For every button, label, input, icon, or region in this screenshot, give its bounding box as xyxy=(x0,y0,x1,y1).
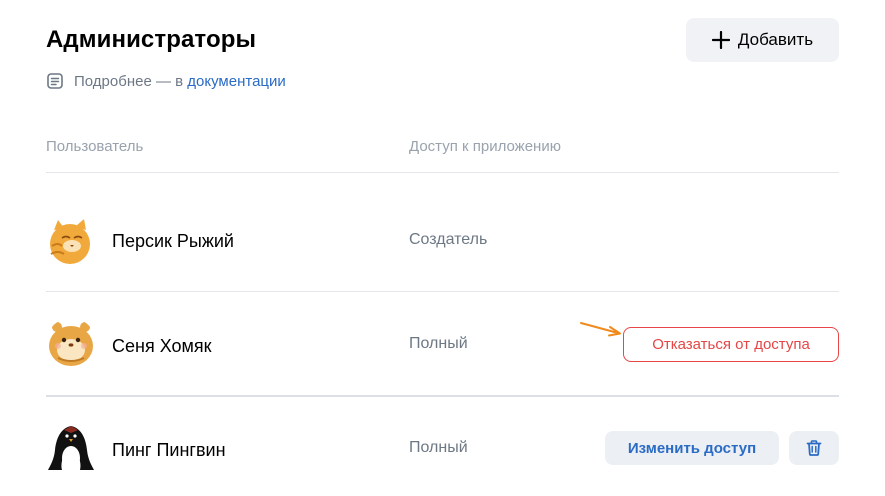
change-access-button[interactable]: Изменить доступ xyxy=(605,431,779,465)
trash-icon xyxy=(806,440,822,456)
avatar xyxy=(46,216,96,266)
divider xyxy=(46,172,839,173)
avatar xyxy=(46,422,96,472)
row-user-name: Сеня Хомяк xyxy=(112,336,212,356)
column-header-user: Пользователь xyxy=(46,138,144,155)
decline-access-button[interactable]: Отказаться от доступа xyxy=(623,327,839,362)
row-access-level: Полный xyxy=(409,335,468,352)
plus-icon xyxy=(711,31,730,49)
avatar xyxy=(46,318,96,368)
docs-link[interactable]: документации xyxy=(187,73,286,90)
row-access-level: Создатель xyxy=(409,231,488,248)
docs-prefix: Подробнее — в xyxy=(74,72,188,90)
delete-admin-button[interactable] xyxy=(789,431,839,465)
add-admin-label: Добавить xyxy=(737,30,814,49)
row-user-name: Персик Рыжий xyxy=(112,231,234,251)
docs-hint: Подробнее — в документации xyxy=(46,72,286,90)
row-user-name: Пинг Пингвин xyxy=(112,440,226,460)
arrow-icon xyxy=(580,322,621,337)
document-icon xyxy=(47,73,63,89)
page-title: Администраторы xyxy=(46,26,257,53)
divider xyxy=(46,291,839,292)
row-access-level: Полный xyxy=(409,439,468,456)
column-header-access: Доступ к приложению xyxy=(409,138,561,155)
add-admin-button[interactable]: Добавить xyxy=(686,18,839,62)
divider xyxy=(46,395,839,397)
